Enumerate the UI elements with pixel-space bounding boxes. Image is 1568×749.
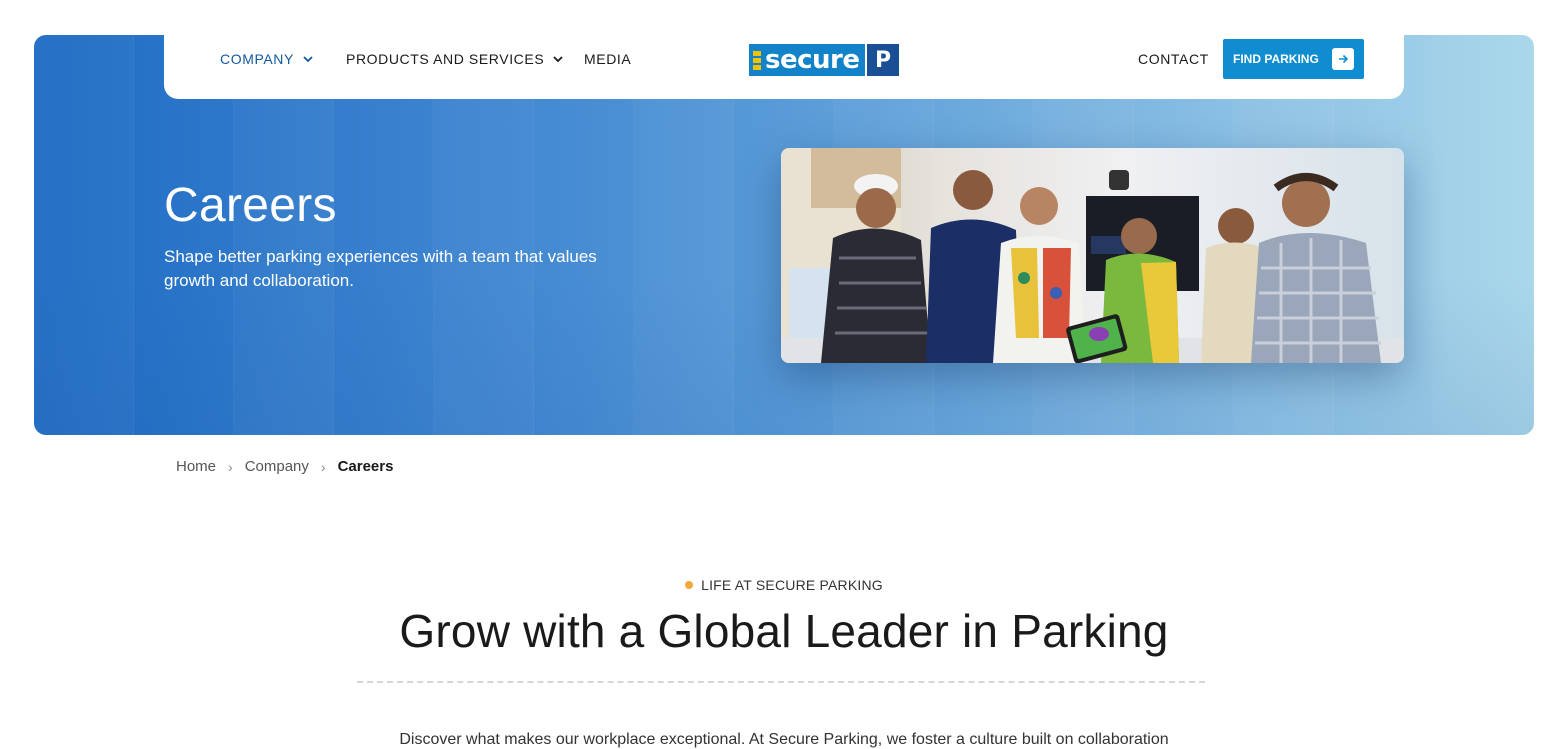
page-title: Careers [164,179,337,232]
logo-text: secure [765,45,860,75]
eyebrow-label: LIFE AT SECURE PARKING [701,577,883,593]
section-intro: Discover what makes our workplace except… [399,731,1169,748]
dot-icon [685,581,694,590]
find-parking-label: FIND PARKING [1233,52,1319,66]
nav-item-label: PRODUCTS AND SERVICES [346,51,545,67]
nav-item-products-and-services[interactable]: PRODUCTS AND SERVICES [346,51,564,67]
breadcrumb-current: Careers [337,458,394,475]
section-title: Grow with a Global Leader in Parking [399,605,1169,657]
breadcrumb-company[interactable]: Company [245,458,309,475]
nav-item-media[interactable]: MEDIA [584,51,631,67]
chevron-down-icon [303,56,313,63]
team-photo [781,148,1404,363]
arrow-right-icon [1332,48,1354,70]
chevron-right-icon: › [320,458,326,475]
find-parking-button[interactable]: FIND PARKING [1223,39,1364,79]
secure-parking-logo[interactable]: secure P [749,44,899,76]
logo-wordmark: secure [749,44,865,76]
logo-p-mark: P [867,44,899,76]
dashed-divider [357,681,1205,683]
nav-item-company[interactable]: COMPANY [220,51,314,67]
nav-item-label: COMPANY [220,51,294,67]
logo-bars-icon [753,50,761,70]
nav-item-label: CONTACT [1138,51,1209,67]
chevron-right-icon: › [228,458,233,475]
nav-item-label: MEDIA [584,51,632,67]
section-eyebrow: LIFE AT SECURE PARKING [0,577,1568,593]
breadcrumb: Home › Company › Careers [176,458,393,475]
hero-subtitle: Shape better parking experiences with a … [164,247,597,290]
chevron-down-icon [553,56,563,63]
breadcrumb-home[interactable]: Home [176,458,216,475]
nav-item-contact[interactable]: CONTACT [1138,51,1209,67]
top-navigation: COMPANY PRODUCTS AND SERVICES MEDIA secu… [164,35,1404,99]
